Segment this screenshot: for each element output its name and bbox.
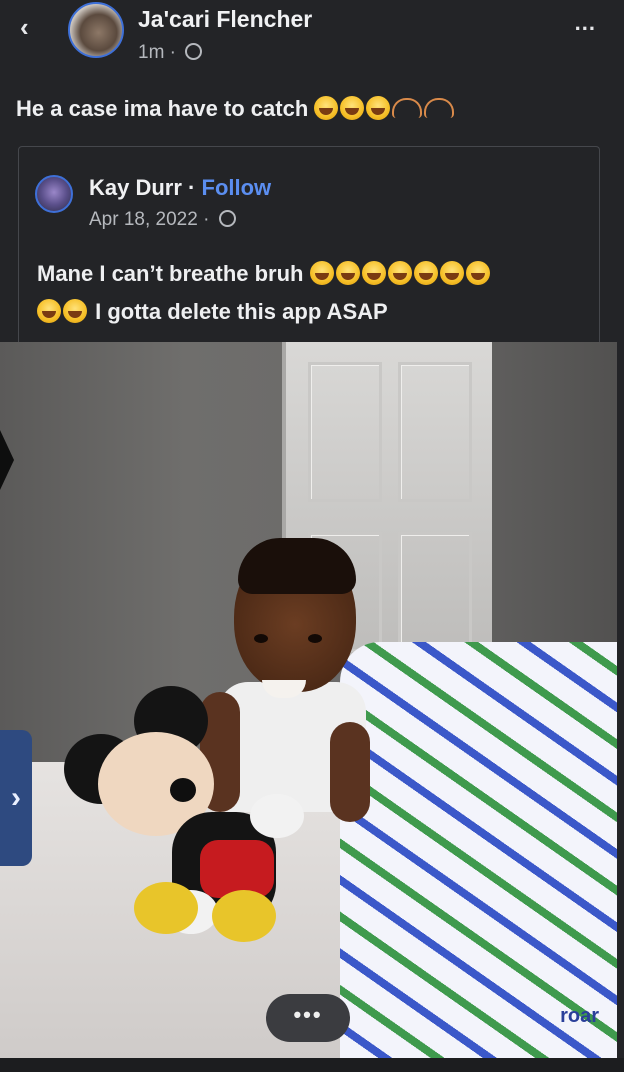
post-text-body: He a case ima have to catch xyxy=(16,96,309,121)
mickey-glove xyxy=(250,794,304,838)
globe-icon xyxy=(185,43,203,60)
mickey-shorts xyxy=(200,840,274,898)
blanket-print-text: roar xyxy=(560,1005,599,1027)
shared-post-text: Mane I can’t breathe bruh I gotta delete… xyxy=(37,255,597,331)
post-photo[interactable]: roar xyxy=(0,342,617,1058)
child-hair xyxy=(238,538,356,594)
laughing-emoji-icon xyxy=(63,299,87,323)
door-panel xyxy=(308,362,382,502)
shared-text-line-1-body: Mane I can’t breathe bruh xyxy=(37,261,304,286)
mickey-foot xyxy=(212,890,276,942)
shared-author-line: Kay Durr · Follow xyxy=(89,175,271,201)
laughing-emoji-icon xyxy=(387,261,412,285)
door-panel xyxy=(398,362,472,502)
more-media-options-button[interactable]: ••• xyxy=(266,994,350,1042)
laughing-emoji-icon xyxy=(465,261,490,285)
shared-author-name[interactable]: Kay Durr xyxy=(89,175,182,200)
child-eye xyxy=(254,634,268,643)
shared-post-meta: Apr 18, 2022 · xyxy=(89,209,236,231)
globe-icon xyxy=(218,210,236,227)
laughing-emoji-icon xyxy=(340,96,365,120)
mickey-nose xyxy=(170,778,196,802)
shared-text-line-1: Mane I can’t breathe bruh xyxy=(37,255,597,293)
hands-emoji-icon xyxy=(392,98,423,118)
image-edge-artifact xyxy=(0,430,14,490)
post-time: 1m · xyxy=(138,42,176,63)
laughing-emoji-icon xyxy=(439,261,464,285)
side-panel-toggle[interactable]: › xyxy=(0,730,32,866)
separator-dot: · xyxy=(188,175,196,200)
shared-text-line-2-body: I gotta delete this app ASAP xyxy=(95,299,388,324)
back-icon[interactable]: ‹ xyxy=(20,12,48,42)
shared-author-avatar[interactable] xyxy=(35,175,73,213)
hands-emoji-icon xyxy=(424,98,455,118)
post-text: He a case ima have to catch xyxy=(16,96,456,122)
laughing-emoji-icon xyxy=(314,96,339,120)
laughing-emoji-icon xyxy=(37,299,61,323)
laughing-emoji-icon xyxy=(309,261,334,285)
shared-post-card[interactable]: Kay Durr · Follow Apr 18, 2022 · Mane I … xyxy=(18,146,600,342)
dinosaur-blanket: roar xyxy=(340,642,617,1058)
shared-text-line-2: I gotta delete this app ASAP xyxy=(37,293,597,331)
mickey-foot xyxy=(134,882,198,934)
post-header: ‹ Ja'cari Flencher 1m · ... xyxy=(0,0,624,80)
laughing-emoji-icon xyxy=(335,261,360,285)
laughing-emoji-icon xyxy=(413,261,438,285)
author-avatar[interactable] xyxy=(68,2,124,58)
more-options-button[interactable]: ... xyxy=(575,10,596,36)
author-name[interactable]: Ja'cari Flencher xyxy=(138,6,312,33)
post-meta: 1m · xyxy=(138,42,203,64)
follow-button[interactable]: Follow xyxy=(202,175,272,200)
child-arm xyxy=(330,722,370,822)
door-panel xyxy=(398,532,472,652)
laughing-emoji-icon xyxy=(366,96,391,120)
laughing-emoji-icon xyxy=(361,261,386,285)
shared-post-date: Apr 18, 2022 · xyxy=(89,209,210,230)
child-eye xyxy=(308,634,322,643)
bottom-bar xyxy=(0,1058,624,1072)
